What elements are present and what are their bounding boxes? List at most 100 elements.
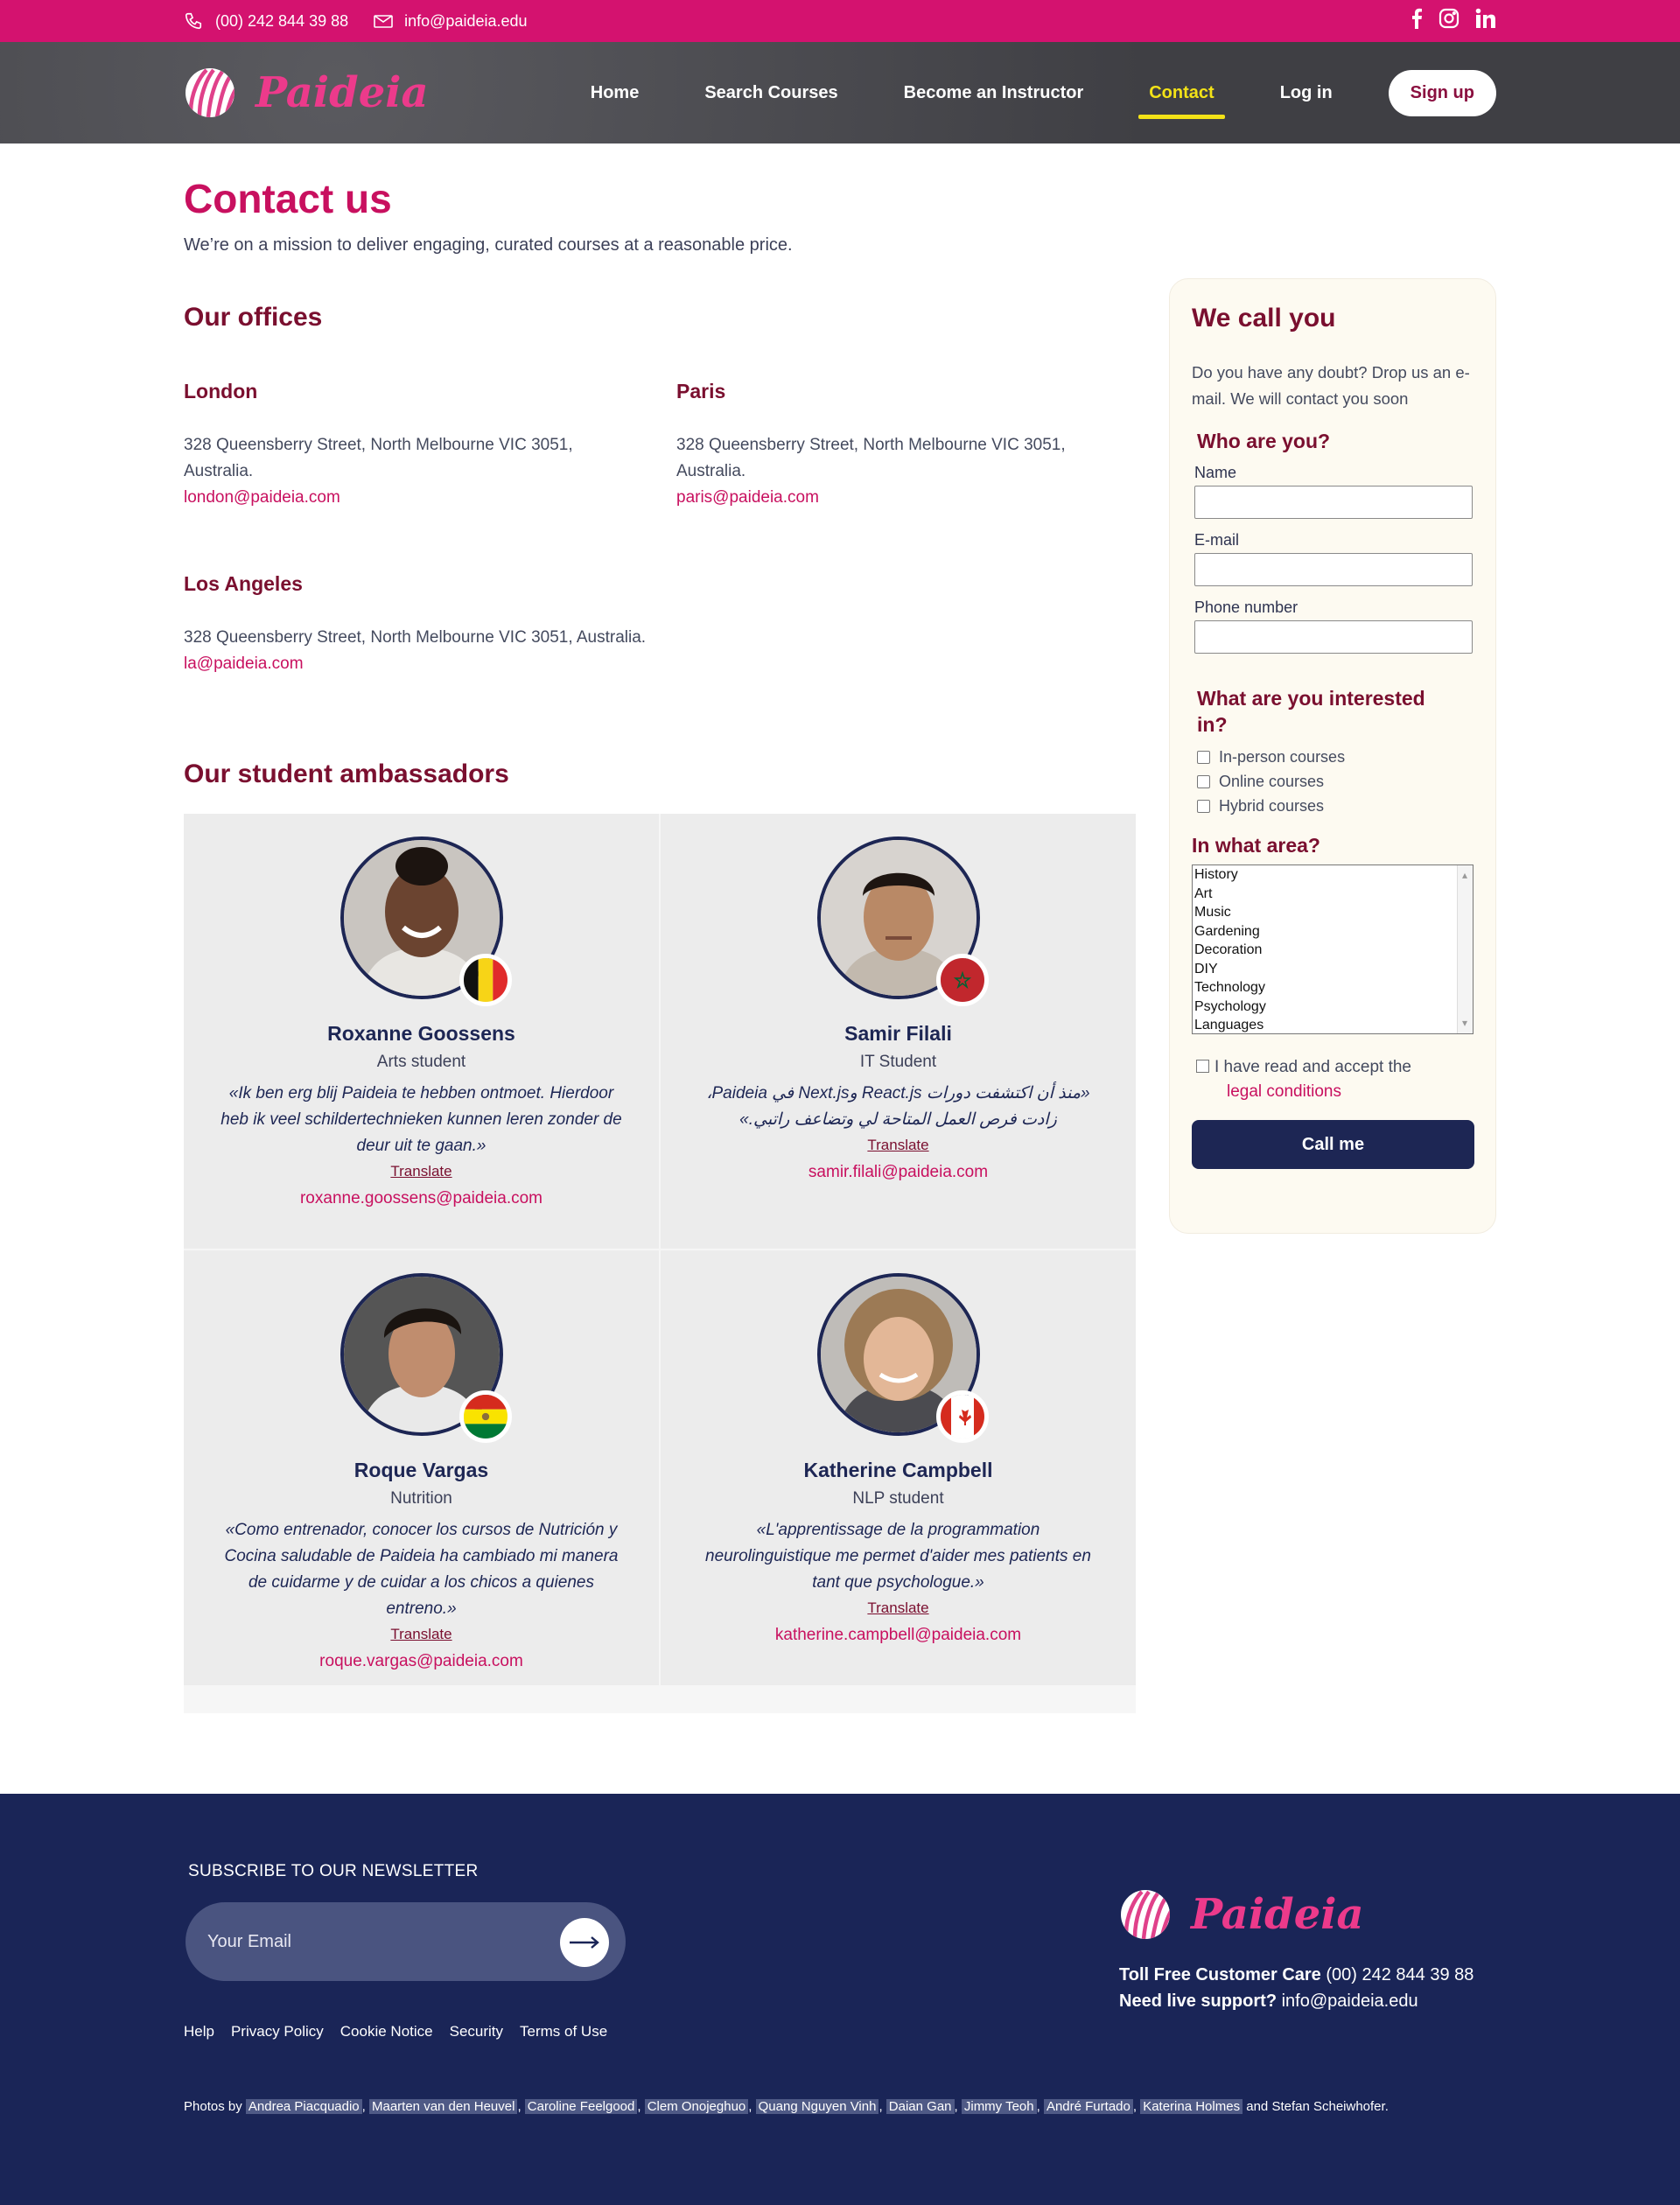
office-paris: Paris 328 Queensberry Street, North Melb… (676, 378, 1131, 511)
call-me-button[interactable]: Call me (1192, 1120, 1474, 1169)
ambassador-email[interactable]: katherine.campbell@paideia.com (661, 1626, 1136, 1645)
photographer-link[interactable]: Andrea Piacquadio (245, 2099, 362, 2114)
tollfree-number[interactable]: (00) 242 844 39 88 (1326, 1965, 1474, 1984)
interest-hybrid-checkbox[interactable]: Hybrid courses (1197, 794, 1474, 818)
photographer-link[interactable]: Jimmy Teoh (961, 2099, 1037, 2114)
photographer-link[interactable]: Caroline Feelgood (524, 2099, 638, 2114)
support-email[interactable]: info@paideia.edu (1282, 1992, 1418, 2011)
office-email[interactable]: paris@paideia.com (676, 488, 819, 507)
ambassador-card: Roxanne Goossens Arts student «Ik ben er… (184, 814, 659, 1249)
ambassador-name: Roque Vargas (354, 1459, 489, 1481)
photographer-link[interactable]: Maarten van den Heuvel (369, 2099, 518, 2114)
avatar (340, 1273, 512, 1443)
area-option[interactable]: History (1194, 865, 1473, 885)
footer-links: Help Privacy Policy Cookie Notice Securi… (184, 2023, 607, 2040)
area-option[interactable]: Psychology (1194, 998, 1473, 1017)
ambassador-quote: «L'apprentissage de la programmation neu… (705, 1521, 1091, 1592)
email-contact[interactable]: info@paideia.edu (373, 11, 528, 31)
ambassador-email[interactable]: roxanne.goossens@paideia.com (184, 1189, 659, 1208)
office-email[interactable]: london@paideia.com (184, 488, 340, 507)
signup-button[interactable]: Sign up (1388, 69, 1496, 116)
instagram-icon[interactable] (1438, 8, 1460, 35)
who-heading: Who are you? (1197, 430, 1331, 452)
area-option[interactable]: DIY (1194, 960, 1473, 979)
nav-search-courses[interactable]: Search Courses (704, 74, 837, 112)
legal-checkbox[interactable] (1196, 1060, 1209, 1073)
footer-link-help[interactable]: Help (184, 2023, 214, 2040)
area-option[interactable]: Decoration (1194, 941, 1473, 960)
area-select-list[interactable]: History Art Music Gardening Decoration D… (1192, 864, 1474, 1034)
linkedin-icon[interactable] (1475, 8, 1496, 35)
legal-conditions-link[interactable]: legal conditions (1227, 1082, 1341, 1101)
belgium-flag-icon (458, 954, 512, 1006)
ambassadors-heading: Our student ambassadors (184, 760, 509, 788)
nav-contact[interactable]: Contact (1138, 74, 1226, 119)
phone-contact[interactable]: (00) 242 844 39 88 (184, 11, 348, 31)
call-form-panel: We call you Do you have any doubt? Drop … (1169, 278, 1496, 1234)
photographer-link[interactable]: Clem Onojeghuo (644, 2099, 749, 2114)
ambassador-card: Katherine Campbell NLP student «L'appren… (661, 1250, 1136, 1685)
ambassador-email[interactable]: samir.filali@paideia.com (661, 1163, 1136, 1182)
checkbox[interactable] (1197, 774, 1210, 788)
footer-link-terms[interactable]: Terms of Use (520, 2023, 607, 2040)
ambassador-name: Samir Filali (844, 1022, 952, 1045)
footer-link-cookie[interactable]: Cookie Notice (340, 2023, 433, 2040)
subscribe-button[interactable] (560, 1918, 609, 1967)
main-nav: Home Search Courses Become an Instructor… (525, 69, 1496, 119)
page-title: Contact us (184, 176, 392, 221)
footer-link-security[interactable]: Security (450, 2023, 503, 2040)
area-option[interactable]: Music (1194, 903, 1473, 922)
photographer-link[interactable]: Katerina Holmes (1140, 2099, 1243, 2114)
translate-link[interactable]: Translate (867, 1137, 928, 1154)
nav-home[interactable]: Home (591, 74, 640, 112)
area-option[interactable]: Languages (1194, 1016, 1473, 1033)
interest-in-person-checkbox[interactable]: In-person courses (1197, 745, 1474, 769)
photographer-link[interactable]: Quang Nguyen Vinh (755, 2099, 879, 2114)
avatar (816, 836, 989, 1006)
social-links (1410, 8, 1496, 35)
brand-name: Paideia (256, 68, 429, 117)
form-heading: We call you (1192, 304, 1336, 332)
office-email[interactable]: la@paideia.com (184, 654, 304, 673)
area-option[interactable]: Gardening (1194, 922, 1473, 942)
morocco-flag-icon (935, 954, 989, 1006)
translate-link[interactable]: Translate (867, 1600, 928, 1617)
phone-input[interactable] (1194, 620, 1473, 654)
listbox-scrollbar[interactable] (1457, 865, 1473, 1033)
ambassador-name: Katherine Campbell (803, 1459, 993, 1481)
ambassador-card: Samir Filali IT Student «منذ أن اكتشفت د… (661, 814, 1136, 1249)
interest-heading: What are you interested in? (1197, 687, 1425, 736)
ambassador-name: Roxanne Goossens (327, 1022, 515, 1045)
checkbox[interactable] (1197, 799, 1210, 813)
area-option[interactable]: Technology (1194, 978, 1473, 998)
newsletter-email-input[interactable]: Your Email (186, 1902, 626, 1981)
office-address: 328 Queensberry Street, North Melbourne … (184, 628, 647, 647)
ambassador-role: NLP student (852, 1489, 944, 1508)
interest-options: In-person courses Online courses Hybrid … (1192, 745, 1474, 818)
facebook-icon[interactable] (1410, 8, 1423, 35)
email-input[interactable] (1194, 553, 1473, 586)
brand-logo[interactable]: Paideia (184, 66, 429, 119)
page-lead: We’re on a mission to deliver engaging, … (184, 235, 793, 255)
translate-link[interactable]: Translate (390, 1626, 452, 1643)
area-option[interactable]: Art (1194, 885, 1473, 904)
name-label: Name (1194, 464, 1237, 481)
name-input[interactable] (1194, 486, 1473, 519)
ambassador-email[interactable]: roque.vargas@paideia.com (184, 1652, 659, 1671)
ambassador-role: Arts student (376, 1053, 466, 1071)
contact-email: info@paideia.edu (404, 11, 528, 30)
nav-login[interactable]: Log in (1280, 74, 1333, 112)
interest-online-checkbox[interactable]: Online courses (1197, 769, 1474, 794)
footer-link-privacy[interactable]: Privacy Policy (231, 2023, 324, 2040)
photographer-link[interactable]: André Furtado (1043, 2099, 1133, 2114)
legal-accept: I have read and accept the legal conditi… (1196, 1055, 1474, 1104)
footer-brand-logo[interactable]: Paideia (1119, 1888, 1364, 1941)
offices-heading: Our offices (184, 303, 323, 332)
nav-become-instructor[interactable]: Become an Instructor (904, 74, 1084, 112)
office-city: Paris (676, 380, 726, 402)
translate-link[interactable]: Translate (390, 1163, 452, 1180)
email-label: E-mail (1194, 531, 1240, 549)
checkbox[interactable] (1197, 750, 1210, 764)
office-address: 328 Queensberry Street, North Melbourne … (676, 436, 1066, 480)
photographer-link[interactable]: Daian Gan (886, 2099, 955, 2114)
